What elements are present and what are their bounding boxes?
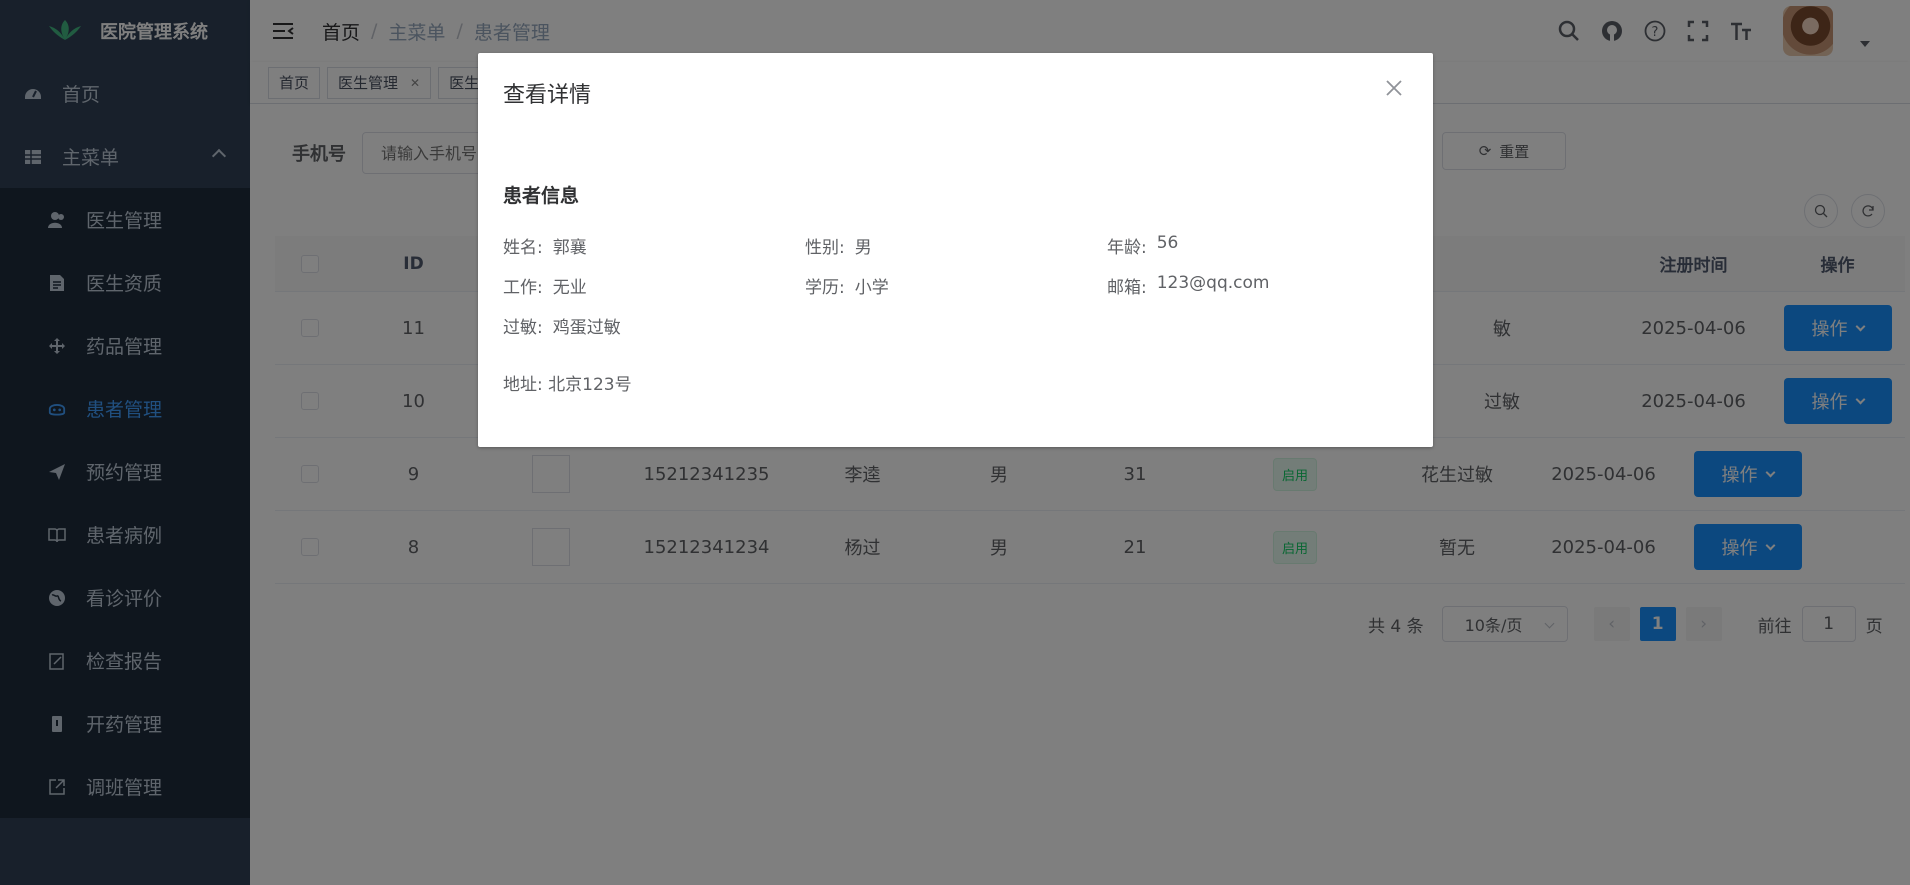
field-value: 小学	[854, 278, 889, 298]
field-label: 姓名:	[503, 238, 543, 258]
field-job: 工作: 无业	[503, 273, 587, 298]
field-label: 学历:	[805, 278, 845, 298]
field-label: 工作:	[503, 278, 543, 298]
field-label: 性别:	[805, 238, 845, 258]
field-value: 56	[1156, 233, 1179, 253]
field-value: 无业	[552, 278, 587, 298]
field-label: 过敏:	[503, 318, 543, 338]
field-value: 鸡蛋过敏	[552, 318, 621, 338]
field-value: 郭襄	[552, 238, 587, 258]
dialog-title: 查看详情	[503, 83, 592, 108]
field-education: 学历: 小学	[805, 273, 889, 298]
close-icon[interactable]	[1385, 79, 1403, 97]
field-name: 姓名: 郭襄	[503, 233, 587, 258]
detail-dialog: 查看详情 患者信息 姓名: 郭襄 性别: 男 年龄: 56 工作: 无业 学历: 小学 邮…	[478, 53, 1433, 447]
field-address: 地址: 北京123号	[503, 375, 632, 395]
field-allergy: 过敏: 鸡蛋过敏	[503, 313, 621, 338]
field-value: 男	[854, 238, 872, 258]
section-title: 患者信息	[503, 185, 580, 207]
field-email: 邮箱: 123@qq.com	[1107, 273, 1269, 298]
field-age: 年龄: 56	[1107, 233, 1178, 258]
field-label: 邮箱:	[1107, 278, 1147, 298]
field-value: 123@qq.com	[1156, 273, 1270, 293]
field-label: 年龄:	[1107, 238, 1147, 258]
field-gender: 性别: 男	[805, 233, 872, 258]
